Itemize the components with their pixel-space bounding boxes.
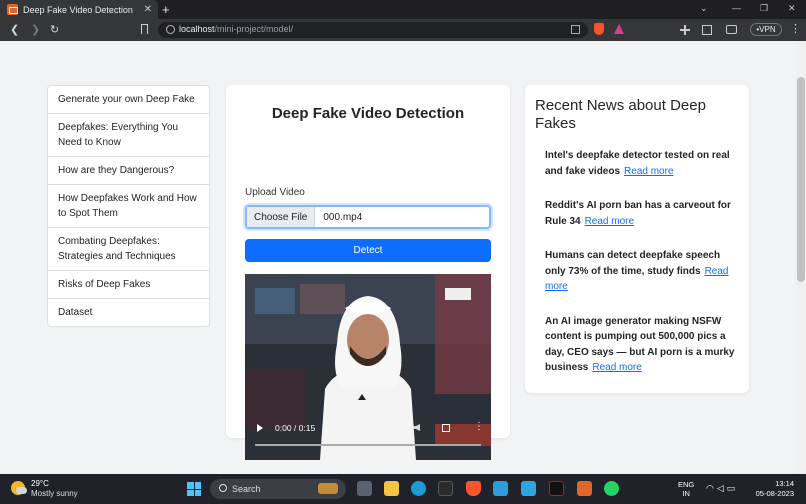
selected-file-name: 000.mp4 bbox=[323, 211, 363, 223]
more-options-icon[interactable]: ⋮ bbox=[474, 422, 484, 432]
windows-taskbar: 29°C Mostly sunny Search ENG IN ◠◁▭ 13:14… bbox=[0, 474, 806, 504]
tab-search-icon[interactable]: ⌄ bbox=[700, 3, 708, 14]
read-more-link[interactable]: Read more bbox=[624, 166, 673, 177]
language-indicator[interactable]: ENG IN bbox=[678, 480, 694, 498]
sidebar-item-dangerous[interactable]: How are they Dangerous? bbox=[48, 157, 209, 185]
forward-button[interactable]: ❯ bbox=[31, 23, 40, 37]
language-code: ENG bbox=[678, 480, 695, 489]
news-card: Recent News about Deep Fakes Intel's dee… bbox=[525, 85, 749, 393]
page-scrollbar[interactable] bbox=[796, 41, 806, 474]
sidebar-item-generate[interactable]: Generate your own Deep Fake bbox=[48, 86, 209, 114]
browser-toolbar: ❮ ❯ ↻ localhost/mini-project/model/ ⋮ bbox=[0, 19, 806, 41]
system-tray-icons[interactable]: ◠◁▭ bbox=[706, 483, 738, 494]
tab-favicon-icon bbox=[7, 4, 18, 15]
url-path: /mini-project/model/ bbox=[214, 24, 294, 34]
store-icon[interactable] bbox=[438, 481, 453, 496]
taskbar-search[interactable]: Search bbox=[210, 479, 346, 499]
weather-condition[interactable]: Mostly sunny bbox=[31, 489, 78, 498]
battery-icon[interactable]: ▭ bbox=[727, 483, 739, 493]
page-content: Generate your own Deep Fake Deepfakes: E… bbox=[0, 41, 806, 474]
whatsapp-icon[interactable] bbox=[604, 481, 619, 496]
minimize-button[interactable]: — bbox=[732, 3, 741, 13]
new-tab-button[interactable]: + bbox=[162, 2, 170, 17]
search-icon bbox=[219, 484, 227, 492]
vscode-icon[interactable] bbox=[493, 481, 508, 496]
browser-tab-bar: Deep Fake Video Detection ✕ + ⌄ — ❐ ✕ bbox=[0, 0, 806, 19]
sidebar-item-everything[interactable]: Deepfakes: Everything You Need to Know bbox=[48, 114, 209, 157]
volume-tray-icon[interactable]: ◁ bbox=[717, 483, 727, 493]
back-button[interactable]: ❮ bbox=[10, 23, 19, 37]
url-text: localhost/mini-project/model/ bbox=[179, 24, 293, 34]
weather-icon[interactable] bbox=[11, 481, 27, 495]
news-headline: Humans can detect deepfake speech only 7… bbox=[545, 250, 721, 277]
start-tile-icon bbox=[187, 489, 194, 496]
bookmark-icon[interactable] bbox=[141, 24, 148, 34]
clock-time: 13:14 bbox=[775, 479, 794, 488]
detect-button[interactable]: Detect bbox=[245, 239, 491, 262]
sidebar-item-dataset[interactable]: Dataset bbox=[48, 299, 209, 326]
search-placeholder: Search bbox=[232, 484, 261, 494]
video-player[interactable]: 0:00 / 0:15 ⋮ bbox=[245, 274, 491, 460]
read-more-link[interactable]: Read more bbox=[585, 216, 634, 227]
video-time: 0:00 / 0:15 bbox=[275, 423, 316, 433]
share-icon[interactable] bbox=[571, 25, 580, 34]
reload-button[interactable]: ↻ bbox=[50, 23, 59, 37]
sidebar-item-combating[interactable]: Combating Deepfakes: Strategies and Tech… bbox=[48, 228, 209, 271]
maximize-button[interactable]: ❐ bbox=[760, 3, 768, 14]
brave-rewards-icon[interactable] bbox=[614, 24, 624, 34]
close-window-button[interactable]: ✕ bbox=[788, 3, 796, 14]
detection-card: Deep Fake Video Detection Upload Video C… bbox=[226, 85, 510, 460]
sidebar-item-risks[interactable]: Risks of Deep Fakes bbox=[48, 271, 209, 299]
brave-shields-icon[interactable] bbox=[594, 23, 604, 35]
page-title: Deep Fake Video Detection bbox=[271, 105, 465, 122]
news-title: Recent News about Deep Fakes bbox=[535, 97, 706, 132]
tab-close-icon[interactable]: ✕ bbox=[144, 4, 152, 15]
sidebar-menu: Generate your own Deep Fake Deepfakes: E… bbox=[47, 85, 210, 327]
brave-icon[interactable] bbox=[466, 481, 481, 496]
file-explorer-icon[interactable] bbox=[384, 481, 399, 496]
sidebar-item-how-work[interactable]: How Deepfakes Work and How to Spot Them bbox=[48, 185, 209, 228]
xampp-icon[interactable] bbox=[577, 481, 592, 496]
news-item: An AI image generator making NSFW conten… bbox=[545, 314, 735, 376]
clock-date: 05-08-2023 bbox=[755, 489, 794, 498]
url-host: localhost bbox=[179, 24, 215, 34]
weather-temperature[interactable]: 29°C bbox=[31, 479, 49, 488]
file-input[interactable]: Choose File 000.mp4 bbox=[245, 205, 491, 229]
scrollbar-thumb[interactable] bbox=[797, 77, 805, 282]
vpn-button[interactable]: •VPN bbox=[750, 23, 782, 36]
sidebar-toggle-icon[interactable] bbox=[702, 25, 712, 35]
browser-tab[interactable]: Deep Fake Video Detection ✕ bbox=[0, 0, 158, 19]
site-info-icon[interactable] bbox=[166, 25, 175, 34]
start-tile-icon bbox=[187, 482, 194, 489]
tab-title: Deep Fake Video Detection bbox=[23, 4, 133, 15]
search-highlight-icon bbox=[318, 483, 338, 494]
taskbar-clock[interactable]: 13:14 05-08-2023 bbox=[752, 479, 794, 499]
news-headline: Reddit's AI porn ban has a carveout for … bbox=[545, 200, 731, 227]
video-progress-bar[interactable] bbox=[255, 444, 481, 446]
news-item: Reddit's AI porn ban has a carveout for … bbox=[545, 198, 735, 229]
address-bar[interactable]: localhost/mini-project/model/ bbox=[158, 22, 588, 38]
task-view-icon[interactable] bbox=[357, 481, 372, 496]
menu-icon[interactable]: ⋮ bbox=[790, 22, 801, 36]
app-l-icon[interactable] bbox=[521, 481, 536, 496]
edge-icon[interactable] bbox=[411, 481, 426, 496]
wallet-icon[interactable] bbox=[726, 25, 737, 34]
extensions-icon[interactable] bbox=[680, 25, 690, 35]
netflix-icon[interactable] bbox=[549, 481, 564, 496]
read-more-link[interactable]: Read more bbox=[592, 362, 641, 373]
news-list: Intel's deepfake detector tested on real… bbox=[545, 148, 735, 395]
start-tile-icon bbox=[194, 482, 201, 489]
start-tile-icon bbox=[194, 489, 201, 496]
play-icon[interactable] bbox=[257, 424, 263, 432]
fullscreen-icon[interactable] bbox=[442, 424, 450, 432]
choose-file-button[interactable]: Choose File bbox=[247, 207, 316, 227]
news-item: Humans can detect deepfake speech only 7… bbox=[545, 248, 735, 295]
upload-label: Upload Video bbox=[245, 187, 305, 198]
start-button[interactable] bbox=[187, 482, 201, 496]
news-item: Intel's deepfake detector tested on real… bbox=[545, 148, 735, 179]
wifi-icon[interactable]: ◠ bbox=[706, 483, 717, 493]
language-region: IN bbox=[682, 489, 690, 498]
